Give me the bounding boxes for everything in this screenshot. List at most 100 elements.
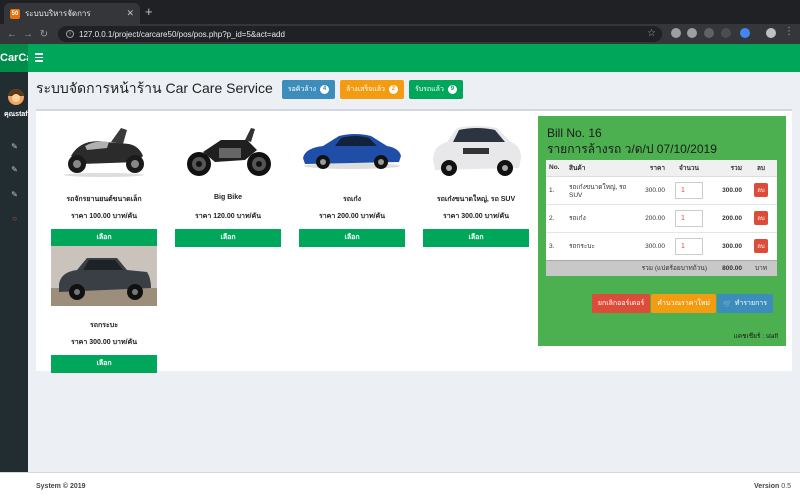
total-value: 800.00 (710, 259, 745, 276)
car-received-button[interactable]: รับรถแล้ว 9 (408, 79, 463, 99)
wash-done-button[interactable]: ล้างเสร็จแล้ว 2 (340, 79, 404, 99)
delete-button[interactable]: ลบ (754, 183, 768, 197)
extension-icon[interactable] (721, 28, 731, 38)
select-product-button[interactable]: เลือก (299, 229, 405, 247)
extension-icon[interactable] (687, 28, 697, 38)
cancel-order-button[interactable]: ยกเลิกออร์เดอร์ (591, 294, 651, 313)
column-header: ลบ (745, 160, 777, 177)
column-header: รวม (710, 160, 745, 177)
version-label: Version (754, 483, 780, 490)
button-label: ทำรายการ (734, 300, 767, 307)
quantity-input[interactable]: 1 (675, 181, 703, 199)
quantity-input[interactable]: 1 (675, 209, 703, 227)
avatar (8, 89, 24, 105)
product-price: ราคา 200.00 บาท/คัน (318, 213, 385, 220)
table-row: 3. รถกระบะ 300.00 1 300.00 ลบ (546, 231, 777, 260)
product-card: รถกระบะ ราคา 300.00 บาท/คัน เลือก (51, 246, 157, 373)
row-total: 300.00 (710, 175, 745, 204)
bill-title: รายการล้างรถ ว/ด/ป 07/10/2019 (547, 142, 717, 156)
count-badge: 4 (320, 84, 330, 94)
hamburger-menu-icon[interactable] (35, 53, 43, 62)
reload-icon[interactable]: ↻ (36, 29, 52, 40)
version-value: 0.5 (781, 483, 791, 490)
sedan-image[interactable] (299, 120, 405, 180)
recalculate-button[interactable]: คำนวณราคาใหม่ (651, 294, 717, 313)
cashier-label: แคชเชียร์ : staff (733, 333, 778, 340)
suv-image[interactable] (423, 120, 529, 180)
quantity-input[interactable]: 1 (675, 237, 703, 255)
delete-button[interactable]: ลบ (754, 239, 768, 253)
page-title: ระบบจัดการหน้าร้าน Car Care Service (36, 80, 273, 96)
google-extension-icon[interactable] (740, 28, 750, 38)
info-icon[interactable]: i (66, 30, 74, 38)
content-header: ระบบจัดการหน้าร้าน Car Care Service รอคิ… (36, 79, 463, 99)
close-tab-icon[interactable]: ✕ (126, 8, 134, 19)
button-label: รอคิวล้าง (287, 85, 317, 93)
button-label: รับรถแล้ว (414, 85, 444, 93)
column-header: No. (546, 160, 566, 177)
delete-button[interactable]: ลบ (754, 211, 768, 225)
browser-tabbar: 50 ระบบบริหารจัดการ ✕ + (0, 0, 800, 24)
select-product-button[interactable]: เลือก (51, 355, 157, 373)
table-header-row: No. สินค้า ราคา จำนวน รวม ลบ (546, 160, 777, 177)
row-number: 2. (546, 203, 566, 232)
logout-circle-icon[interactable]: ○ (10, 214, 19, 223)
product-card: Big Bike ราคา 120.00 บาท/คัน เลือก (175, 120, 281, 247)
submit-order-button[interactable]: 🛒 ทำรายการ (717, 294, 773, 313)
bill-panel: Bill No. 16 รายการล้างรถ ว/ด/ป 07/10/201… (538, 116, 786, 346)
product-price: ราคา 300.00 บาท/คัน (442, 213, 509, 220)
bookmark-star-icon[interactable]: ☆ (647, 28, 656, 39)
product-card: รถเก๋งขนาดใหญ่, รถ SUV ราคา 300.00 บาท/ค… (423, 120, 529, 247)
forward-icon[interactable]: → (20, 29, 36, 40)
browser-tab[interactable]: 50 ระบบบริหารจัดการ ✕ (4, 3, 140, 24)
back-icon[interactable]: ← (4, 29, 20, 40)
row-item: รถเก๋งขนาดใหญ่, รถ SUV (566, 175, 638, 204)
favicon-icon: 50 (10, 8, 20, 19)
select-product-button[interactable]: เลือก (423, 229, 529, 247)
username-label: คุณstaff (4, 111, 28, 118)
select-product-button[interactable]: เลือก (175, 229, 281, 247)
extension-icon[interactable] (704, 28, 714, 38)
row-item: รถเก๋ง (566, 203, 638, 232)
select-product-button[interactable]: เลือก (51, 229, 157, 247)
product-price: ราคา 300.00 บาท/คัน (70, 339, 137, 346)
row-price: 200.00 (638, 203, 668, 232)
count-badge: 2 (388, 84, 398, 94)
product-name: รถเก๋ง (342, 196, 362, 203)
product-price: ราคา 100.00 บาท/คัน (70, 213, 137, 220)
edit-icon[interactable]: ✎ (10, 190, 19, 199)
extension-icon[interactable] (671, 28, 681, 38)
product-card: รถจักรยานยนต์ขนาดเล็ก ราคา 100.00 บาท/คั… (51, 120, 157, 247)
table-row: 2. รถเก๋ง 200.00 1 200.00 ลบ (546, 203, 777, 232)
footer: System © 2019 Version 0.5 (0, 472, 800, 500)
app-logo[interactable]: CarCare (0, 44, 28, 72)
row-number: 3. (546, 231, 566, 260)
queue-waiting-button[interactable]: รอคิวล้าง 4 (281, 79, 336, 99)
url-text: 127.0.0.1/project/carcare50/pos/pos.php?… (79, 29, 285, 39)
column-header: จำนวน (668, 160, 710, 177)
total-row: รวม (แปดร้อยบาทถ้วน) 800.00 บาท (546, 259, 777, 276)
table-row: 1. รถเก๋งขนาดใหญ่, รถ SUV 300.00 1 300.0… (546, 175, 777, 204)
sidebar: คุณstaff ✎ ✎ ✎ ○ (0, 72, 28, 472)
new-tab-icon[interactable]: + (145, 5, 153, 19)
edit-icon[interactable]: ✎ (10, 165, 19, 174)
edit-icon[interactable]: ✎ (10, 142, 19, 151)
button-label: ล้างเสร็จแล้ว (346, 85, 385, 93)
count-badge: 9 (447, 84, 457, 94)
browser-menu-icon[interactable]: ⋮ (784, 27, 794, 37)
total-label: รวม (แปดร้อยบาทถ้วน) (546, 259, 710, 276)
product-name: รถเก๋งขนาดใหญ่, รถ SUV (436, 196, 516, 203)
product-card: รถเก๋ง ราคา 200.00 บาท/คัน เลือก (299, 120, 405, 247)
bigbike-image[interactable] (175, 120, 281, 180)
bill-actions: ยกเลิกออร์เดอร์ คำนวณราคาใหม่ 🛒 ทำรายการ (591, 294, 773, 313)
row-price: 300.00 (638, 175, 668, 204)
bill-number: Bill No. 16 (547, 126, 602, 140)
pickup-image[interactable] (51, 246, 157, 306)
address-bar[interactable]: i 127.0.0.1/project/carcare50/pos/pos.ph… (58, 26, 662, 42)
profile-avatar-icon[interactable] (766, 28, 776, 38)
row-price: 300.00 (638, 231, 668, 260)
scooter-image[interactable] (51, 120, 157, 180)
row-item: รถกระบะ (566, 231, 638, 260)
row-total: 200.00 (710, 203, 745, 232)
tab-title: ระบบบริหารจัดการ (25, 9, 91, 18)
